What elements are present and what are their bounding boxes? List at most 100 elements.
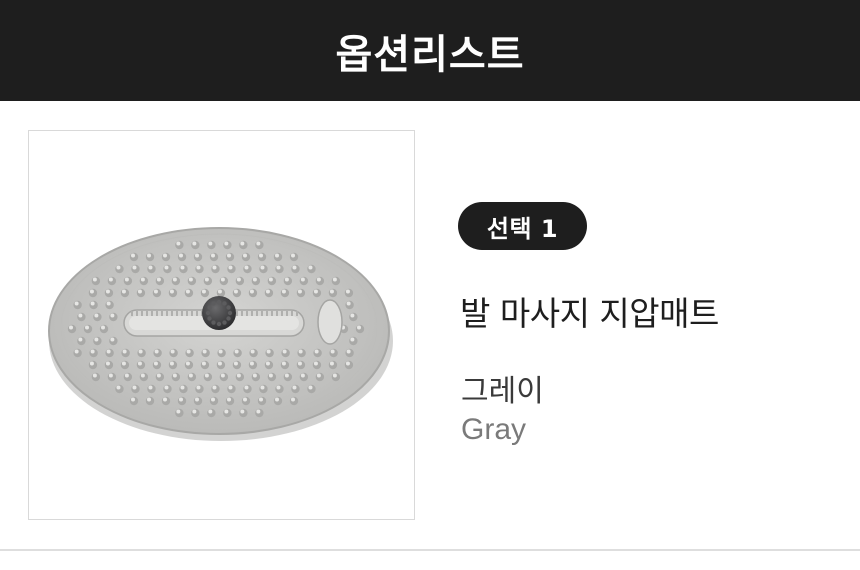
- mat-nub-highlight: [195, 397, 199, 402]
- mat-nub-highlight: [101, 325, 105, 330]
- mat-nub-highlight: [78, 337, 83, 342]
- mat-nub-highlight: [292, 265, 297, 270]
- track-tooth: [271, 311, 273, 316]
- mat-nub-highlight: [204, 277, 209, 282]
- track-tooth: [261, 311, 263, 316]
- mat-nub-highlight: [300, 373, 305, 378]
- mat-nub-highlight: [252, 373, 257, 378]
- mat-nub-highlight: [227, 253, 231, 258]
- mat-nub-highlight: [164, 265, 169, 270]
- page-title: 옵션리스트: [335, 31, 525, 78]
- mat-nub-highlight: [108, 277, 113, 282]
- ball-spike: [222, 320, 227, 325]
- mat-nub-highlight: [105, 361, 110, 366]
- mat-nub-highlight: [192, 241, 197, 246]
- track-tooth: [186, 311, 188, 316]
- mat-nub-highlight: [92, 373, 97, 378]
- mat-nub-highlight: [208, 409, 213, 414]
- mat-nub-highlight: [116, 265, 121, 270]
- track-tooth: [266, 311, 268, 316]
- mat-nub-highlight: [204, 373, 209, 378]
- mat-nub-highlight: [281, 361, 286, 366]
- ball-spike: [205, 310, 211, 316]
- mat-nub-highlight: [202, 349, 207, 354]
- ball-spike: [226, 305, 231, 310]
- side-pad: [317, 299, 343, 345]
- mat-nub-highlight: [308, 385, 313, 390]
- mat-nub-highlight: [110, 313, 115, 318]
- mat-nub-highlight: [316, 277, 321, 282]
- track-tooth: [166, 311, 168, 316]
- mat-nub-highlight: [140, 373, 145, 378]
- mat-nub-highlight: [330, 349, 335, 354]
- mat-nub-highlight: [313, 361, 318, 366]
- mat-nub-highlight: [298, 349, 303, 354]
- mat-nub-highlight: [148, 265, 153, 270]
- track-tooth: [256, 311, 258, 316]
- track-tooth: [191, 311, 193, 316]
- mat-nub-highlight: [94, 337, 99, 342]
- mat-nub-highlight: [69, 325, 73, 330]
- mat-nub-highlight: [186, 349, 191, 354]
- mat-nub-highlight: [196, 265, 201, 270]
- mat-nub-highlight: [195, 253, 199, 258]
- mat-nub-highlight: [140, 277, 145, 282]
- mat-nub-highlight: [131, 253, 135, 258]
- mat-nub-highlight: [260, 385, 265, 390]
- track-tooth: [236, 311, 238, 316]
- mat-nub-highlight: [265, 289, 270, 294]
- mat-nub-highlight: [300, 277, 305, 282]
- mat-nub-highlight: [276, 265, 281, 270]
- mat-nub-highlight: [192, 409, 197, 414]
- mat-nub-highlight: [94, 313, 99, 318]
- mat-nub-highlight: [217, 361, 222, 366]
- mat-nub-highlight: [228, 265, 233, 270]
- bottom-divider: [0, 549, 860, 551]
- mat-nub-highlight: [89, 289, 94, 294]
- mat-nub-highlight: [314, 349, 319, 354]
- mat-nub-highlight: [185, 289, 190, 294]
- mat-nub-highlight: [179, 397, 183, 402]
- mat-nub-highlight: [259, 397, 263, 402]
- mat-nub-highlight: [236, 373, 241, 378]
- mat-nub-highlight: [179, 253, 183, 258]
- track-tooth: [181, 311, 183, 316]
- mat-nub-highlight: [218, 349, 223, 354]
- mat-nub-highlight: [153, 361, 158, 366]
- mat-nub-highlight: [252, 277, 257, 282]
- mat-nub-highlight: [176, 241, 181, 246]
- mat-nub-highlight: [268, 373, 273, 378]
- ball-spike: [207, 316, 212, 321]
- ball-spike: [227, 310, 233, 316]
- mat-nub-highlight: [108, 373, 113, 378]
- mat-nub-highlight: [201, 361, 206, 366]
- mat-nub-highlight: [169, 361, 174, 366]
- mat-nub-highlight: [350, 337, 355, 342]
- mat-nub-highlight: [291, 253, 295, 258]
- mat-nub-highlight: [284, 373, 289, 378]
- mat-nub-highlight: [281, 289, 286, 294]
- track-tooth: [296, 311, 298, 316]
- ball-spike: [207, 305, 212, 310]
- track-tooth: [161, 311, 163, 316]
- mat-nub-highlight: [188, 373, 193, 378]
- mat-nub-highlight: [92, 277, 97, 282]
- mat-nub-highlight: [110, 337, 115, 342]
- mat-nub-highlight: [291, 397, 295, 402]
- mat-nub-highlight: [89, 361, 94, 366]
- mat-nub-highlight: [121, 361, 126, 366]
- mat-nub-highlight: [172, 277, 177, 282]
- track-tooth: [176, 311, 178, 316]
- product-name: 발 마사지 지압매트: [460, 294, 719, 333]
- mat-nub-highlight: [116, 385, 121, 390]
- mat-nub-highlight: [163, 397, 167, 402]
- mat-nub-highlight: [211, 397, 215, 402]
- mat-nub-highlight: [268, 277, 273, 282]
- mat-nub-highlight: [163, 253, 167, 258]
- track-tooth: [246, 311, 248, 316]
- mat-nub-highlight: [164, 385, 169, 390]
- mat-nub-highlight: [124, 277, 129, 282]
- color-name-english: Gray: [461, 413, 527, 446]
- mat-nub-highlight: [196, 385, 201, 390]
- mat-nub-highlight: [74, 301, 79, 306]
